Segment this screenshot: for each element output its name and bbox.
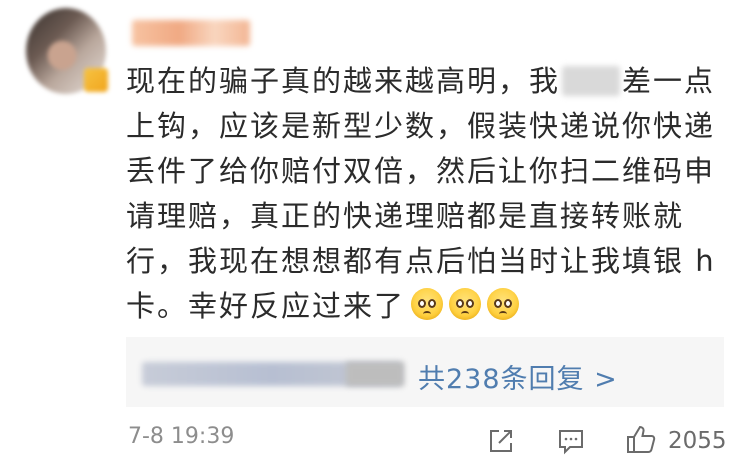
comment-line-1: 现在的骗子真的越来越高明，我 差一点: [126, 59, 724, 104]
comment-line-2: 上钩，应该是新型少数，假装快递说你快递: [126, 109, 716, 143]
redacted-text: [562, 66, 621, 96]
pleading-face-icon: [449, 288, 482, 320]
comment-text: 现在的骗子真的越来越高明，我 差一点 上钩，应该是新型少数，假装快递说你快递 丢件…: [126, 59, 724, 329]
reply-preview[interactable]: 共238条回复 >: [126, 337, 724, 407]
reply-users-blurred-2: [346, 362, 404, 386]
comment-line-4: 请理赔，真正的快递理赔都是直接转账就: [126, 199, 685, 233]
like-icon[interactable]: [624, 422, 658, 456]
comment-line-1-end: 差一点: [622, 64, 716, 98]
comment-line-6-text: 卡。幸好反应过来了: [126, 289, 406, 323]
username-blurred[interactable]: [132, 20, 250, 46]
comment-icon[interactable]: [556, 426, 586, 456]
comment-line-3: 丢件了给你赔付双倍，然后让你扫二维码申: [126, 154, 716, 188]
comment-timestamp: 7-8 19:39: [128, 424, 235, 449]
reply-count-link[interactable]: 共238条回复 >: [418, 357, 618, 396]
share-icon[interactable]: [486, 426, 516, 456]
avatar-badge: [84, 68, 108, 92]
comment-line-6: 卡。幸好反应过来了: [126, 284, 724, 329]
pleading-face-icon: [487, 288, 520, 320]
pleading-face-icon: [411, 288, 444, 320]
comment-line-1-start: 现在的骗子真的越来越高明，我: [126, 64, 561, 98]
comment-line-5: 行，我现在想想都有点后怕当时让我填银 h: [126, 244, 716, 278]
like-count: 2055: [668, 428, 727, 454]
